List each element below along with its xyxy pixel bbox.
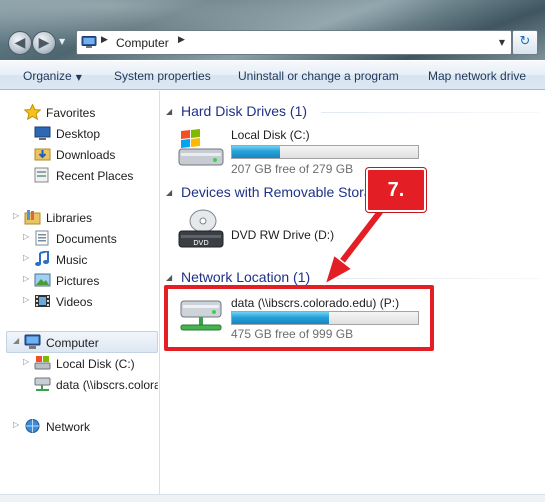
drive-name: DVD RW Drive (D:) — [231, 228, 335, 242]
expand-arrow-icon[interactable]: ▷ — [13, 420, 19, 429]
nav-label: Local Disk (C:) — [56, 357, 135, 371]
forward-arrow-icon: ▶ — [38, 35, 50, 51]
collapse-arrow-icon[interactable]: ◢ — [13, 336, 19, 345]
recent-places-icon — [34, 167, 49, 183]
command-bar: Organize ▼ System properties Uninstall or… — [0, 60, 545, 90]
dvd-logo-text: DVD — [193, 239, 208, 247]
breadcrumb-separator-icon[interactable]: ▶ — [178, 35, 185, 45]
organize-label: Organize — [23, 69, 72, 83]
film-strip-icon — [35, 295, 50, 307]
nav-label: Desktop — [56, 127, 101, 141]
group-collapse-icon[interactable]: ◢ — [166, 188, 172, 197]
network-icon — [25, 419, 40, 433]
breadcrumb-separator-icon[interactable]: ▶ — [101, 35, 108, 45]
status-bar — [0, 494, 545, 502]
drive-name: Local Disk (C:) — [231, 128, 310, 142]
network-drive-icon — [34, 377, 51, 391]
refresh-icon: ↻ — [519, 34, 531, 49]
uninstall-program-button[interactable]: Uninstall or change a program — [238, 69, 399, 83]
star-icon — [24, 104, 41, 120]
back-button[interactable]: ◀ — [8, 31, 32, 55]
nav-label: Recent Places — [56, 169, 134, 183]
expand-arrow-icon[interactable]: ▷ — [13, 211, 19, 220]
group-collapse-icon[interactable]: ◢ — [166, 273, 172, 282]
step-callout: 7. — [366, 168, 426, 212]
group-header-removable[interactable]: Devices with Removable Storage (1) — [181, 184, 371, 200]
annotation-highlight-box — [164, 285, 434, 351]
expand-arrow-icon[interactable]: ▷ — [23, 232, 29, 241]
map-network-drive-button[interactable]: Map network drive — [428, 69, 526, 83]
drive-free-space: 207 GB free of 279 GB — [231, 162, 354, 176]
address-bar[interactable]: ▶ Computer ▶ ▼ — [76, 30, 512, 55]
libraries-icon — [24, 210, 41, 225]
group-header-hard-disk[interactable]: Hard Disk Drives (1) — [181, 103, 307, 119]
expand-arrow-icon[interactable]: ▷ — [23, 357, 29, 366]
local-disk-icon — [178, 129, 224, 166]
nav-label: Downloads — [56, 148, 116, 162]
expand-arrow-icon[interactable]: ▷ — [23, 295, 29, 304]
documents-icon — [35, 230, 49, 246]
nav-label: Documents — [56, 232, 117, 246]
expand-arrow-icon[interactable]: ▷ — [23, 274, 29, 283]
local-disk-icon — [34, 356, 51, 370]
navigation-pane: Favorites Desktop Downloads Recent Place… — [0, 91, 160, 502]
downloads-folder-icon — [34, 148, 51, 161]
chevron-down-icon: ▼ — [75, 73, 82, 82]
recent-pages-dropdown-icon[interactable]: ▼ — [59, 37, 65, 46]
nav-label: Libraries — [46, 211, 93, 225]
nav-label: Favorites — [46, 106, 96, 120]
window-title-bar: ◀ ▶ ▼ ▶ Computer ▶ ▼ ↻ — [0, 0, 545, 60]
back-arrow-icon: ◀ — [14, 35, 26, 51]
address-history-dropdown-icon[interactable]: ▼ — [499, 38, 505, 47]
group-divider — [321, 112, 541, 113]
group-header-network-location[interactable]: Network Location (1) — [181, 269, 310, 285]
nav-label: data (\\ibscrs.colorado.edu) (P:) — [56, 378, 158, 392]
expand-arrow-icon[interactable]: ▷ — [23, 253, 29, 262]
pictures-icon — [34, 273, 51, 287]
group-divider — [327, 278, 541, 279]
computer-icon — [81, 36, 97, 48]
nav-item-data-drive[interactable]: ▷ data (\\ibscrs.colorado.edu) (P:) — [34, 375, 158, 395]
organize-button[interactable]: Organize ▼ — [23, 69, 82, 83]
nav-label: Pictures — [56, 274, 100, 288]
nav-label: Music — [56, 253, 88, 267]
music-note-icon — [35, 251, 49, 266]
capacity-fill — [232, 146, 281, 158]
group-collapse-icon[interactable]: ◢ — [166, 107, 172, 116]
breadcrumb-computer[interactable]: Computer — [116, 36, 169, 50]
desktop-icon — [34, 126, 51, 140]
nav-label: Videos — [56, 295, 93, 309]
forward-button[interactable]: ▶ — [32, 31, 56, 55]
nav-label: Network — [46, 420, 91, 434]
computer-icon — [24, 334, 41, 349]
system-properties-button[interactable]: System properties — [114, 69, 211, 83]
dvd-drive-icon: DVD — [178, 209, 224, 248]
refresh-button[interactable]: ↻ — [512, 30, 538, 55]
capacity-bar — [231, 145, 419, 159]
nav-label: Computer — [46, 336, 99, 350]
